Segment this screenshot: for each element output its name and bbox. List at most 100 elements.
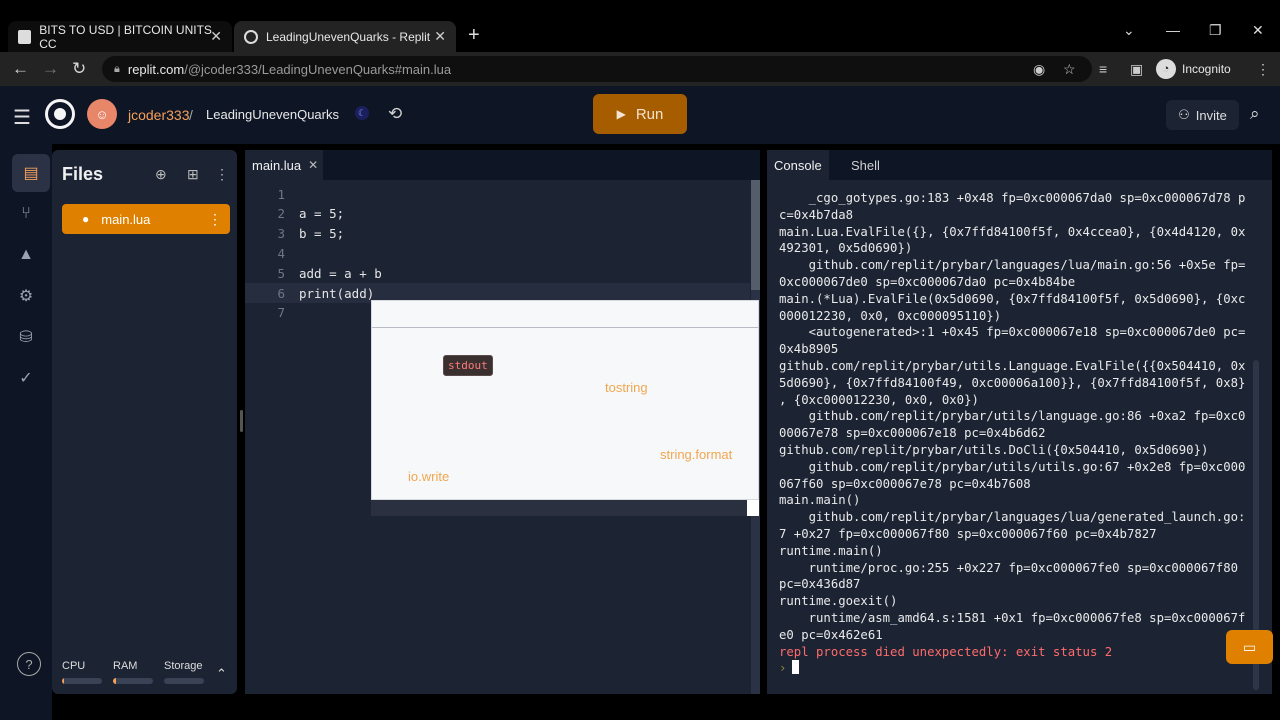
autocomplete-header [372,301,758,328]
replit-logo-icon[interactable] [45,99,75,129]
line-number: 5 [277,265,285,281]
bookmark-star-icon[interactable]: ☆ [1063,61,1076,78]
code-line[interactable]: 4 [245,243,750,263]
line-number: 1 [277,186,285,202]
console-line: 492301, 0x5d0690}) [779,241,913,256]
files-title: Files [62,164,104,184]
incognito-indicator[interactable]: ◔ Incognito [1156,58,1231,80]
replit-header: ☰ ☺ jcoder333 / LeadingUnevenQuarks ☾ ⟲ … [0,86,1280,144]
close-tab-icon[interactable]: ✕ [434,28,446,45]
browser-tabbar: BITS TO USD | BITCOIN UNITS CC ✕ Leading… [0,0,1280,52]
autocomplete-popup: stdout tostring string.format io.write [371,300,759,500]
console-prompt-line[interactable]: › [779,660,1255,677]
line-text: b = 5; [299,226,345,242]
console-line: 0x4b8905 [779,342,839,357]
avatar[interactable]: ☺ [87,99,117,129]
close-tab-icon[interactable]: ✕ [210,28,222,45]
console-output[interactable]: _cgo_gotypes.go:183 +0x48 fp=0xc000067da… [779,190,1255,677]
browser-tab-bits[interactable]: BITS TO USD | BITCOIN UNITS CC ✕ [8,21,232,52]
breadcrumb-separator: / [189,107,193,123]
checkmark-icon[interactable]: ✓ [14,366,38,390]
ram-meter[interactable]: RAM [113,660,153,684]
minimize-icon[interactable]: — [1166,22,1180,38]
settings-gear-icon[interactable]: ⚙ [14,284,38,308]
console-line: runtime.goexit() [779,594,898,609]
new-tab-icon[interactable]: + [468,24,480,47]
menu-icon[interactable]: ☰ [13,105,31,130]
console-line: 067f60 sp=0xc000067e78 pc=0x4b7608 [779,476,1031,491]
console-line: main.main() [779,493,861,508]
invite-button[interactable]: ⚇ Invite [1166,100,1239,130]
file-menu-icon[interactable]: ⋮ [208,211,222,228]
console-line: runtime/proc.go:255 +0x227 fp=0xc000067f… [779,560,1239,575]
reload-icon[interactable]: ↻ [72,59,86,79]
suggestion-item[interactable]: tostring [605,380,648,395]
run-button[interactable]: ▶ Run [593,94,687,134]
secrets-lock-icon[interactable]: ▲ [14,243,38,267]
console-line: github.com/replit/prybar/languages/lua/m… [779,258,1246,273]
code-line[interactable]: 3 b = 5; [245,224,750,244]
forward-icon[interactable]: → [42,59,59,79]
incognito-icon: ◔ [1156,59,1176,79]
side-panel-icon[interactable]: ▣ [1130,61,1143,78]
new-file-icon[interactable]: ⊕ [155,166,167,183]
incognito-label: Incognito [1182,62,1231,76]
back-icon[interactable]: ← [12,59,29,79]
console-line: pc=0x436d87 [779,577,861,592]
url-host: replit.com [127,61,185,77]
tab-title: BITS TO USD | BITCOIN UNITS CC [39,22,212,51]
project-name[interactable]: LeadingUnevenQuarks [206,107,339,122]
username-link[interactable]: jcoder333 [128,107,190,123]
suggestion-item[interactable]: io.write [408,469,449,484]
restore-icon[interactable]: ❐ [1209,22,1222,39]
code-line[interactable]: 5 add = a + b [245,263,750,283]
code-line[interactable]: 2 a = 5; [245,204,750,224]
line-number: 4 [277,245,285,261]
tab-shell[interactable]: Shell [844,150,887,180]
files-menu-icon[interactable]: ⋮ [215,166,229,183]
line-number: 2 [277,206,285,222]
files-tool-icon[interactable]: ▤ [12,154,50,192]
tracking-off-icon[interactable]: ◉ [1033,61,1045,78]
console-tabbar: Console Shell [767,150,1272,180]
media-queue-icon[interactable]: ≡ [1099,61,1107,77]
new-folder-icon[interactable]: ⊞ [187,166,199,183]
replit-favicon-icon [244,29,258,44]
close-window-icon[interactable]: ✕ [1252,22,1264,39]
panel-resize-handle[interactable] [240,410,243,432]
close-editor-tab-icon[interactable]: ✕ [308,158,318,172]
console-line: _cgo_gotypes.go:183 +0x48 fp=0xc000067da… [779,191,1246,205]
tab-search-icon[interactable]: ⌄ [1123,22,1135,39]
file-item-main-lua[interactable]: ● main.lua ⋮ [62,204,230,234]
files-panel: Files ⊕ ⊞ ⋮ ● main.lua ⋮ CPU RAM Storage… [52,150,237,694]
history-icon[interactable]: ⟲ [388,104,402,124]
console-line: c=0x4b7da8 [779,207,854,222]
database-icon[interactable]: ⛁ [14,325,38,349]
tool-rail: ▤ ⑂ ▲ ⚙ ⛁ ✓ ? [0,144,52,720]
run-label: Run [635,105,664,123]
console-line: github.com/replit/prybar/utils/language.… [779,409,1246,424]
git-tool-icon[interactable]: ⑂ [14,202,38,226]
editor-scroll-thumb[interactable] [751,180,760,290]
code-line[interactable]: 1 [245,184,750,204]
cpu-meter[interactable]: CPU [62,660,102,684]
tab-console[interactable]: Console [767,150,829,180]
chat-icon[interactable]: ▭ [1226,630,1273,664]
tab-main-lua[interactable]: main.lua ✕ [245,150,323,180]
lua-language-icon: ☾ [355,106,369,120]
search-icon[interactable]: ⌕ [1250,104,1260,124]
line-text: add = a + b [299,265,382,281]
add-user-icon: ⚇ [1178,107,1190,122]
chevron-up-icon[interactable]: ⌃ [216,666,227,682]
storage-meter[interactable]: Storage [164,660,204,684]
help-icon[interactable]: ? [17,652,41,676]
url-field[interactable]: 🔒︎ replit.com /@jcoder333/LeadingUnevenQ… [102,56,1092,82]
console-line: 5d0690}, {0x7ffd84100f49, 0xc00006a100}}… [779,375,1246,390]
console-line: runtime.main() [779,543,883,558]
suggestion-item[interactable]: stdout [443,355,493,376]
browser-menu-icon[interactable]: ⋮ [1256,61,1270,78]
text-cursor [792,660,800,675]
browser-tab-replit[interactable]: LeadingUnevenQuarks - Replit ✕ [234,21,456,52]
suggestion-item[interactable]: string.format [660,447,732,462]
console-line: 00067e78 sp=0xc000067e18 pc=0x4b6d62 [779,426,1046,441]
